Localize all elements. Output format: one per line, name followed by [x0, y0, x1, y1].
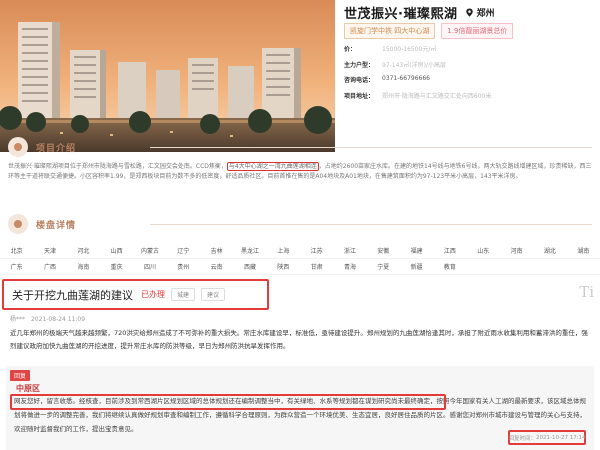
reply-tag: 回复	[10, 370, 31, 381]
project-intro: 世茂振兴·璀璨熙湖项目位于郑州市陇海路与雪松路，汇文园交会处南。CCD焦衡， 与4…	[8, 162, 594, 182]
price-value: 15000-16500元/㎡	[382, 46, 437, 53]
province-tab[interactable]: 贵州	[167, 262, 200, 271]
province-tab[interactable]: 广东	[0, 262, 33, 271]
province-tab[interactable]: 黑龙江	[233, 246, 266, 255]
detail-section-header: 楼盘详情	[8, 213, 76, 235]
detail-section-title: 楼盘详情	[36, 220, 77, 231]
province-tab[interactable]: 陕西	[267, 262, 300, 271]
province-tab[interactable]: 北京	[0, 246, 33, 255]
province-tab[interactable]: 云南	[200, 262, 233, 271]
province-tab[interactable]: 山西	[100, 246, 133, 255]
post-date: 2021-08-24 11:09	[30, 316, 86, 323]
reply-time: 回复时间： 2021-10-27 17:14	[508, 430, 586, 445]
article-body: 近几年郑州的极端天气越来越频繁，720洪灾给郑州造成了不可弥补的重大损失。常庄水…	[10, 329, 588, 350]
province-tab[interactable]: 新疆	[400, 262, 433, 271]
feature-tag: 1.9倍靓丽湖景总价	[441, 23, 514, 39]
section-dot-icon	[8, 214, 28, 234]
province-tabs: 北京 天津 河北 山西 内蒙古 辽宁 吉林 黑龙江 上海 江苏 浙江 安徽 福建 江西 山东 河南 湖北 湖南 广…	[0, 243, 600, 275]
province-tab[interactable]: 内蒙古	[133, 246, 166, 255]
building-render-image	[0, 0, 335, 152]
price-row: 价： 15000-16500元/㎡	[344, 44, 436, 53]
reply-highlight-box	[10, 394, 446, 410]
reply-org: 中原区	[16, 384, 40, 393]
province-tab[interactable]: 宁夏	[367, 262, 400, 271]
province-tab[interactable]: 江苏	[300, 246, 333, 255]
reply-time-value: 2021-10-27 17:14	[535, 434, 586, 441]
status-badge: 已办理	[141, 290, 165, 299]
address-row: 项目地址： 郑州市·陇海路与汇文路交汇处向西600米	[344, 91, 491, 100]
watermark-logo: Ti	[579, 283, 594, 301]
layout-value: 97-143㎡(洋房)/小高层	[382, 62, 446, 69]
layout-label: 主力户型：	[344, 62, 375, 69]
project-info: 世茂振兴·璀璨熙湖 郑州 凯旋门学中铁 四大中心湖 1.9倍靓丽湖景总价 价： …	[344, 0, 600, 152]
province-tab[interactable]: 湖北	[533, 246, 566, 255]
layout-row: 主力户型： 97-143㎡(洋房)/小高层	[344, 60, 446, 69]
address-value: 郑州市·陇海路与汇文路交汇处向西600米	[382, 93, 492, 100]
location-pin-icon	[466, 8, 474, 17]
province-tab[interactable]: 福建	[400, 246, 433, 255]
province-tab[interactable]: 河南	[500, 246, 533, 255]
province-tab[interactable]: 重庆	[100, 262, 133, 271]
project-card: 世茂振兴·璀璨熙湖 郑州 凯旋门学中铁 四大中心湖 1.9倍靓丽湖景总价 价： …	[0, 0, 600, 152]
project-title: 世茂振兴·璀璨熙湖	[344, 7, 458, 22]
province-tab[interactable]: 上海	[267, 246, 300, 255]
province-tab[interactable]: 山东	[467, 246, 500, 255]
province-tab[interactable]: 青海	[333, 262, 366, 271]
address-label: 项目地址：	[344, 93, 375, 100]
phone-row: 咨询电话： 0371-66796666	[344, 75, 430, 84]
province-tab[interactable]: 西藏	[233, 262, 266, 271]
province-tab[interactable]: 甘肃	[300, 262, 333, 271]
phone-label: 咨询电话：	[344, 77, 375, 84]
city-selector[interactable]: 郑州	[465, 6, 494, 19]
intro-text: 世茂振兴·璀璨熙湖项目位于郑州市陇海路与雪松路，汇文园交会处南。CCD焦衡，	[8, 163, 227, 170]
province-tab[interactable]: 天津	[33, 246, 66, 255]
province-tab[interactable]: 辽宁	[167, 246, 200, 255]
province-tab[interactable]: 四川	[133, 262, 166, 271]
feature-tag: 凯旋门学中铁 四大中心湖	[344, 23, 436, 39]
province-tab[interactable]: 湖南	[567, 246, 600, 255]
province-tab[interactable]: 海南	[67, 262, 100, 271]
city-name: 郑州	[476, 9, 495, 19]
author: 杨***	[10, 316, 26, 323]
province-row: 广东 广西 海南 重庆 四川 贵州 云南 西藏 陕西 甘肃 青海 宁夏 新疆 教育	[0, 259, 600, 275]
price-label: 价：	[344, 46, 357, 53]
article-title[interactable]: 关于开挖九曲莲湖的建议	[12, 287, 133, 303]
province-tab[interactable]: 教育	[433, 262, 466, 271]
category-button[interactable]: 城建	[171, 288, 196, 301]
intro-section-header: 项目介绍	[8, 136, 76, 158]
divider	[150, 147, 592, 148]
province-tab[interactable]: 安徽	[367, 246, 400, 255]
project-photo[interactable]	[0, 0, 335, 152]
title-row: 世茂振兴·璀璨熙湖 郑州	[344, 3, 494, 22]
article-meta: 杨*** 2021-08-24 11:09	[10, 314, 89, 323]
reply-time-label: 回复时间：	[508, 435, 536, 442]
project-tags: 凯旋门学中铁 四大中心湖 1.9倍靓丽湖景总价	[344, 23, 519, 39]
province-tab[interactable]: 吉林	[200, 246, 233, 255]
phone-value[interactable]: 0371-66796666	[382, 75, 430, 84]
divider	[150, 224, 592, 225]
article-header: 关于开挖九曲莲湖的建议 已办理 城建 建议	[2, 279, 269, 310]
province-row: 北京 天津 河北 山西 内蒙古 辽宁 吉林 黑龙江 上海 江苏 浙江 安徽 福建 江西 山东 河南 湖北 湖南	[0, 243, 600, 259]
intro-section-title: 项目介绍	[36, 143, 77, 154]
province-tab[interactable]: 江西	[433, 246, 466, 255]
province-tab[interactable]: 浙江	[333, 246, 366, 255]
reply-box: 回复 中原区 网友您好，留言收悉。经核查，目前涉及到常西湖片区规划区域的总体规划…	[6, 366, 594, 450]
section-dot-icon	[8, 137, 28, 157]
intro-highlight: 与4大中心湖之一湾九曲莲湖相连	[226, 162, 319, 171]
province-tab[interactable]: 河北	[67, 246, 100, 255]
type-button[interactable]: 建议	[201, 288, 226, 301]
province-tab[interactable]: 广西	[33, 262, 66, 271]
